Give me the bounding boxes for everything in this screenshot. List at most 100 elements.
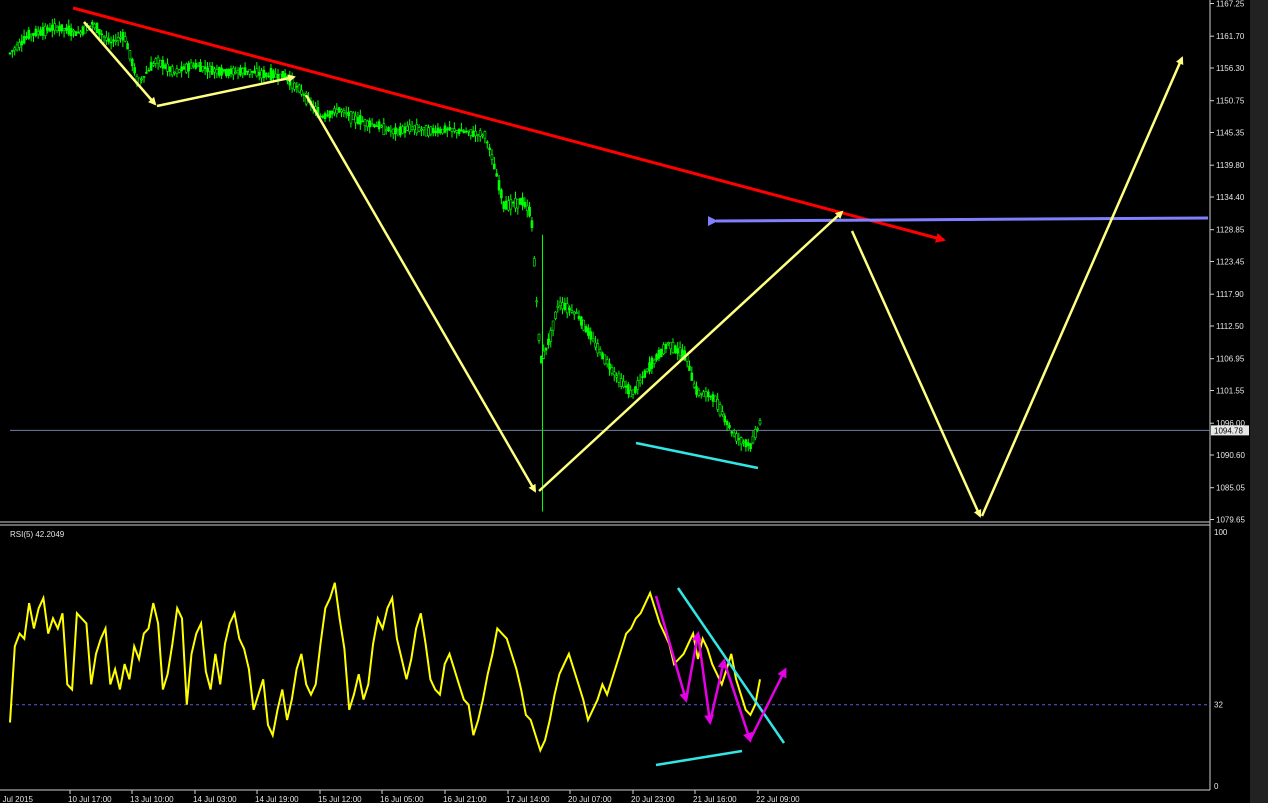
- candle-body: [530, 220, 534, 228]
- candle-body: [246, 70, 249, 73]
- candle-body: [76, 31, 80, 34]
- candle-body: [293, 82, 296, 90]
- candle-body: [396, 129, 400, 132]
- candle-body: [406, 125, 409, 131]
- candle-body: [464, 130, 468, 133]
- price-tick-label: 1145.35: [1216, 129, 1245, 138]
- candle-body: [554, 311, 557, 319]
- candle-body: [565, 303, 569, 314]
- candle-body: [692, 383, 696, 388]
- candle-body: [152, 63, 155, 66]
- candle-body: [90, 21, 94, 25]
- candle-body: [697, 389, 701, 396]
- candle-body: [48, 27, 52, 32]
- rsi-tick-label: 0: [1214, 782, 1219, 791]
- price-tick-label: 1090.60: [1216, 451, 1245, 460]
- candle-body: [714, 395, 717, 402]
- candle-body: [55, 26, 59, 31]
- candle-body: [147, 70, 151, 72]
- price-tick-label: 1161.70: [1216, 32, 1245, 41]
- candle-body: [15, 44, 19, 51]
- candle-body: [62, 28, 66, 31]
- candle-body: [751, 435, 755, 444]
- candle-body: [662, 344, 665, 355]
- candle-body: [746, 442, 750, 446]
- candle-body: [509, 199, 513, 210]
- candle-body: [641, 376, 644, 378]
- candle-body: [234, 71, 238, 74]
- candle-body: [109, 41, 113, 44]
- time-tick-label: 15 Jul 12:00: [318, 795, 362, 803]
- candle-body: [187, 62, 190, 72]
- candle-body: [497, 180, 501, 191]
- time-tick-label: 22 Jul 09:00: [756, 795, 800, 803]
- background: [0, 0, 1268, 803]
- candle-body: [95, 22, 99, 34]
- price-tick-label: 1085.05: [1216, 484, 1245, 493]
- candle-body: [544, 347, 548, 351]
- candle-body: [711, 394, 715, 402]
- time-tick-label: 21 Jul 16:00: [693, 795, 737, 803]
- candle-body: [619, 378, 623, 387]
- candle-body: [674, 345, 677, 354]
- candle-body: [627, 384, 630, 395]
- candle-body: [349, 111, 353, 124]
- candle-body: [394, 127, 397, 135]
- candle-body: [457, 128, 461, 135]
- candle-body: [436, 127, 440, 134]
- candle-body: [638, 379, 642, 384]
- candle-body: [558, 301, 562, 307]
- current-price-label: 1094.78: [1214, 426, 1243, 435]
- candle-body: [375, 125, 379, 127]
- candle-body: [34, 28, 38, 37]
- candle-body: [601, 352, 604, 360]
- candle-body: [337, 107, 341, 113]
- candle-body: [587, 327, 590, 336]
- candle-body: [119, 36, 122, 39]
- candle-body: [589, 331, 593, 340]
- candle-body: [53, 23, 56, 31]
- price-tick-label: 1128.85: [1216, 226, 1245, 235]
- candle-body: [65, 27, 68, 31]
- candle-body: [342, 110, 346, 113]
- candle-body: [232, 67, 235, 76]
- candle-body: [302, 94, 306, 96]
- candle-body: [41, 27, 45, 36]
- candle-body: [709, 395, 712, 398]
- candle-body: [203, 66, 207, 70]
- candle-body: [241, 68, 245, 74]
- candle-body: [702, 391, 705, 397]
- candle-body: [11, 50, 14, 52]
- candle-body: [723, 415, 727, 423]
- time-tick-label: 9 Jul 2015: [0, 795, 33, 803]
- candle-body: [79, 31, 82, 35]
- candle-body: [321, 115, 324, 118]
- candle-body: [72, 30, 75, 32]
- candle-body: [361, 120, 364, 123]
- candle-body: [185, 63, 188, 73]
- candle-body: [227, 68, 230, 76]
- candle-body: [742, 441, 745, 444]
- candle-body: [156, 57, 160, 64]
- candle-body: [201, 66, 205, 71]
- candle-body: [98, 28, 101, 35]
- candle-body: [107, 38, 111, 42]
- candle-body: [427, 127, 430, 136]
- candle-body: [163, 64, 167, 69]
- candle-body: [471, 130, 475, 137]
- candle-body: [690, 372, 694, 381]
- candle-body: [389, 130, 393, 133]
- candle-body: [493, 163, 496, 170]
- candle-body: [267, 75, 270, 78]
- candle-body: [408, 124, 411, 132]
- candle-body: [525, 205, 529, 211]
- candle-body: [504, 200, 508, 210]
- candle-body: [363, 119, 367, 127]
- candle-body: [631, 389, 635, 395]
- time-tick-label: 10 Jul 17:00: [68, 795, 112, 803]
- candle-body: [603, 354, 607, 365]
- candle-body: [561, 302, 564, 310]
- candle-body: [340, 109, 343, 112]
- candle-body: [166, 63, 169, 72]
- time-tick-label: 16 Jul 21:00: [443, 795, 487, 803]
